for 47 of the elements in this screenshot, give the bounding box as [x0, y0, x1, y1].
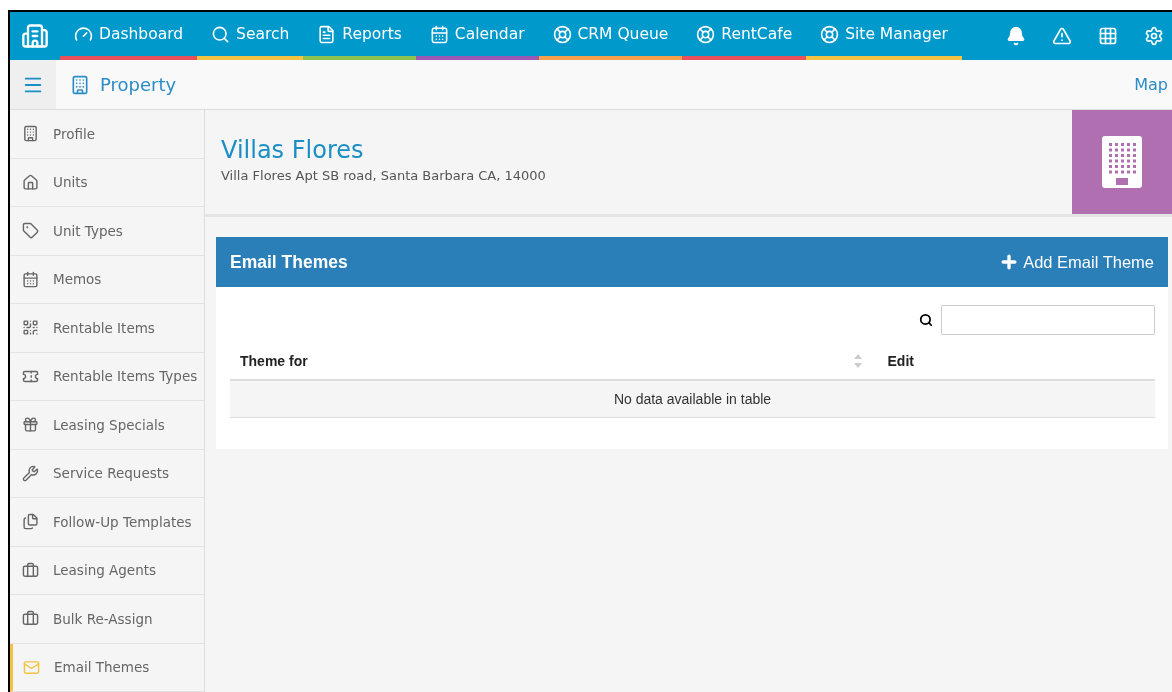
sidebar-item[interactable]: Rentable Items Types	[10, 352, 204, 401]
property-address: Villa Flores Apt SB road, Santa Barbara CA, 14000	[221, 168, 546, 183]
lifebuoy-icon	[552, 24, 572, 44]
settings-icon[interactable]	[1144, 26, 1164, 46]
grid-icon[interactable]	[1098, 26, 1118, 46]
building-icon	[1102, 136, 1142, 188]
bell-icon[interactable]	[1006, 26, 1026, 46]
briefcase-icon	[22, 610, 39, 628]
search-icon	[211, 24, 231, 44]
sidebar-item[interactable]: Bulk Re-Assign	[10, 595, 204, 644]
building-icon	[70, 74, 90, 95]
search-field[interactable]	[941, 305, 1155, 335]
document-icon	[317, 24, 337, 44]
calendar-icon	[22, 270, 39, 288]
sidebar-item[interactable]: Unit Types	[10, 207, 204, 256]
sort-icon	[853, 354, 862, 368]
panel-title: Email Themes	[230, 251, 348, 273]
sidebar-item[interactable]: Leasing Agents	[10, 546, 204, 595]
house-icon	[22, 173, 39, 191]
sidebar-item[interactable]: Follow-Up Templates	[10, 498, 204, 547]
wrench-icon	[22, 464, 39, 482]
warning-icon[interactable]	[1052, 26, 1072, 46]
sidebar-item[interactable]: Service Requests	[10, 449, 204, 498]
sidebar-item[interactable]: Profile	[10, 110, 204, 159]
add-email-theme-button[interactable]: Add Email Theme	[999, 252, 1154, 272]
tag-icon	[22, 222, 39, 240]
property-name: Villas Flores	[221, 136, 365, 164]
building-icon	[22, 125, 39, 143]
gift-icon	[22, 416, 39, 434]
envelope-icon	[23, 658, 40, 676]
sidebar-item[interactable]: Units	[10, 158, 204, 207]
map-link[interactable]: Map	[1134, 75, 1168, 94]
sidebar-item[interactable]: Rentable Items	[10, 304, 204, 353]
qr-code-icon	[22, 319, 39, 337]
sidebar-item[interactable]: Memos	[10, 255, 204, 304]
search-icon	[919, 313, 933, 327]
page-title-text: Property	[100, 74, 177, 95]
calendar-icon	[429, 24, 449, 44]
briefcase-icon	[22, 561, 39, 579]
sidebar-item[interactable]: Leasing Specials	[10, 401, 204, 450]
gauge-icon	[74, 24, 93, 44]
empty-message: No data available in table	[230, 380, 1155, 418]
files-icon	[22, 513, 39, 531]
ring-icon	[696, 24, 716, 44]
ring-icon	[820, 24, 840, 44]
sidebar-item[interactable]: Email Themes	[10, 643, 204, 692]
menu-button[interactable]	[10, 60, 56, 109]
